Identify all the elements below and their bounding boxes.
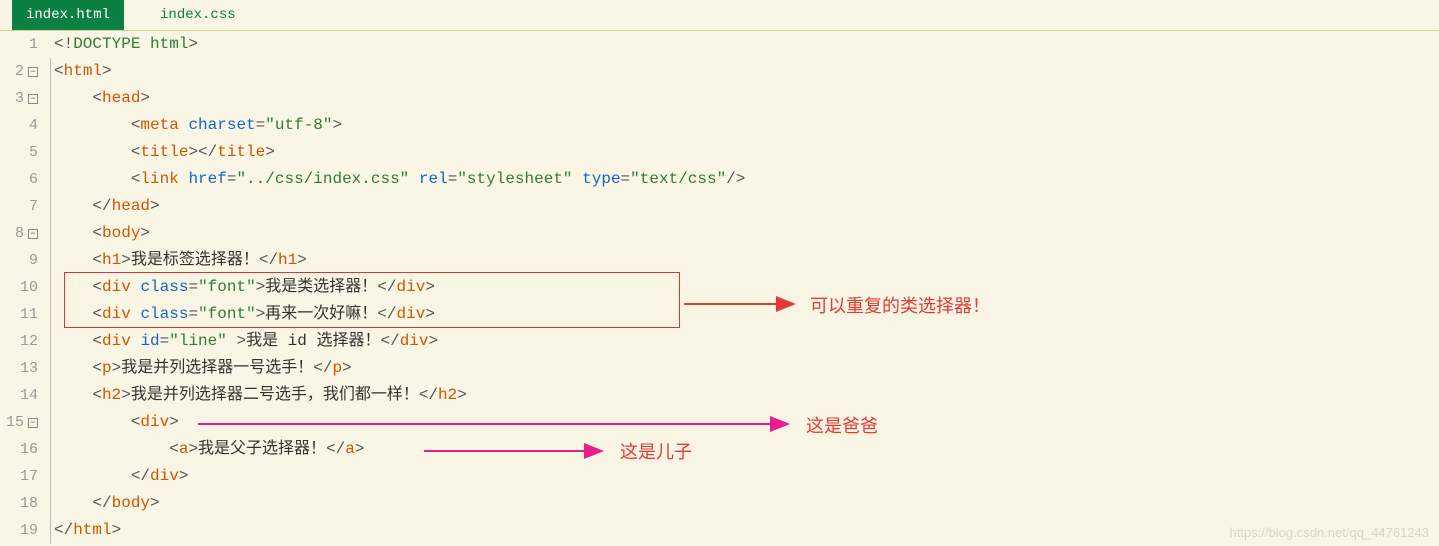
line-number: 16 [0,436,38,463]
code-line[interactable]: <html> [54,58,1439,85]
code-line[interactable]: <h1>我是标签选择器！</h1> [54,247,1439,274]
code-line[interactable]: </body> [54,490,1439,517]
fold-toggle-icon[interactable]: − [28,229,38,239]
fold-toggle-icon[interactable]: − [28,418,38,428]
line-number: 5 [0,139,38,166]
line-number: 8− [0,220,38,247]
fold-toggle-icon[interactable]: − [28,67,38,77]
code-line[interactable]: <head> [54,85,1439,112]
code-line[interactable]: <title></title> [54,139,1439,166]
line-number: 9 [0,247,38,274]
line-number: 2− [0,58,38,85]
code-line[interactable]: <div class="font">我是类选择器！</div> [54,274,1439,301]
code-line[interactable]: <h2>我是并列选择器二号选手，我们都一样！</h2> [54,382,1439,409]
line-number: 12 [0,328,38,355]
line-number-gutter: 12−3−45678−9101112131415−16171819 [0,31,44,544]
watermark: https://blog.csdn.net/qq_44761243 [1230,525,1430,540]
line-number: 17 [0,463,38,490]
line-number: 13 [0,355,38,382]
line-number: 15− [0,409,38,436]
line-number: 4 [0,112,38,139]
code-line[interactable]: <body> [54,220,1439,247]
code-line[interactable]: <div class="font">再来一次好嘛！</div> [54,301,1439,328]
fold-guide-line [50,58,51,544]
line-number: 7 [0,193,38,220]
line-number: 1 [0,31,38,58]
line-number: 14 [0,382,38,409]
line-number: 19 [0,517,38,544]
code-line[interactable]: <a>我是父子选择器！</a> [54,436,1439,463]
line-number: 18 [0,490,38,517]
line-number: 10 [0,274,38,301]
code-line[interactable]: <link href="../css/index.css" rel="style… [54,166,1439,193]
tabs-bar: index.html index.css [0,0,1439,30]
annotation-parent: 这是爸爸 [806,412,878,438]
code-editor[interactable]: 12−3−45678−9101112131415−16171819 <!DOCT… [0,30,1439,544]
code-line[interactable]: </head> [54,193,1439,220]
annotation-class-selector: 可以重复的类选择器！ [810,292,990,318]
line-number: 11 [0,301,38,328]
annotation-child: 这是儿子 [620,438,692,464]
code-line[interactable]: <div id="line" >我是 id 选择器！</div> [54,328,1439,355]
code-line[interactable]: <meta charset="utf-8"> [54,112,1439,139]
code-line[interactable]: <p>我是并列选择器一号选手！</p> [54,355,1439,382]
code-line[interactable]: </div> [54,463,1439,490]
line-number: 3− [0,85,38,112]
tab-index-css[interactable]: index.css [146,0,250,30]
fold-toggle-icon[interactable]: − [28,94,38,104]
code-line[interactable]: <!DOCTYPE html> [54,31,1439,58]
line-number: 6 [0,166,38,193]
tab-index-html[interactable]: index.html [12,0,124,30]
code-line[interactable]: <div> [54,409,1439,436]
code-area[interactable]: <!DOCTYPE html><html> <head> <meta chars… [44,31,1439,544]
